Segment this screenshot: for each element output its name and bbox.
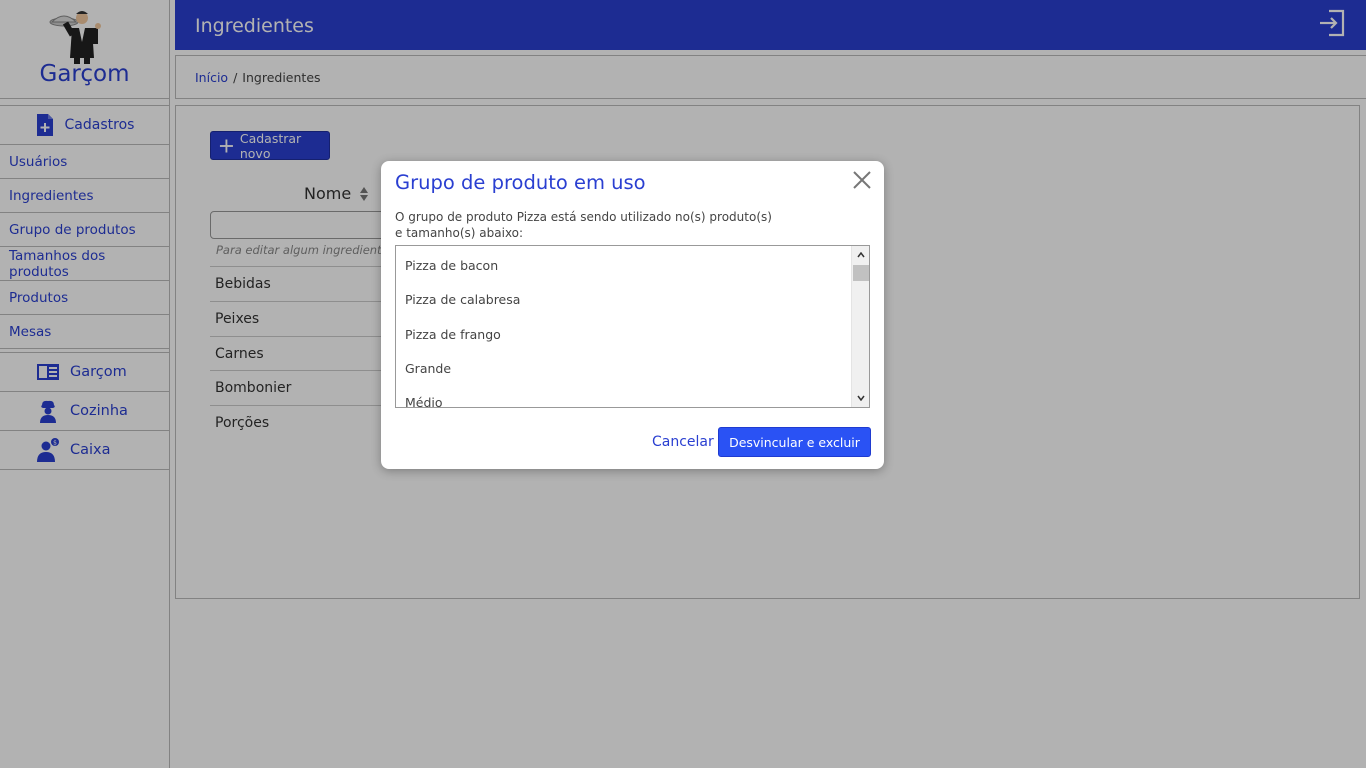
product-group-in-use-dialog: Grupo de produto em uso O grupo de produ…: [381, 161, 884, 469]
unlink-and-delete-button[interactable]: Desvincular e excluir: [718, 427, 871, 457]
linked-items-list[interactable]: Pizza de bacon Pizza de calabresa Pizza …: [395, 245, 870, 408]
list-item: Médio: [405, 395, 443, 408]
close-icon[interactable]: [852, 170, 872, 190]
list-item: Pizza de calabresa: [405, 292, 521, 307]
dialog-title: Grupo de produto em uso: [395, 171, 646, 194]
scroll-up-icon[interactable]: [852, 246, 869, 264]
list-scrollbar[interactable]: [851, 246, 869, 407]
cancel-button[interactable]: Cancelar: [652, 434, 714, 450]
list-item: Pizza de frango: [405, 327, 501, 342]
dialog-message: O grupo de produto Pizza está sendo util…: [395, 209, 775, 241]
scroll-down-icon[interactable]: [852, 389, 869, 407]
scroll-thumb[interactable]: [853, 265, 869, 281]
dialog-message-line: e tamanho(s) abaixo:: [395, 226, 524, 240]
list-item: Grande: [405, 361, 452, 376]
dialog-message-line: O grupo de produto Pizza está sendo util…: [395, 210, 772, 224]
list-item: Pizza de bacon: [405, 258, 499, 273]
